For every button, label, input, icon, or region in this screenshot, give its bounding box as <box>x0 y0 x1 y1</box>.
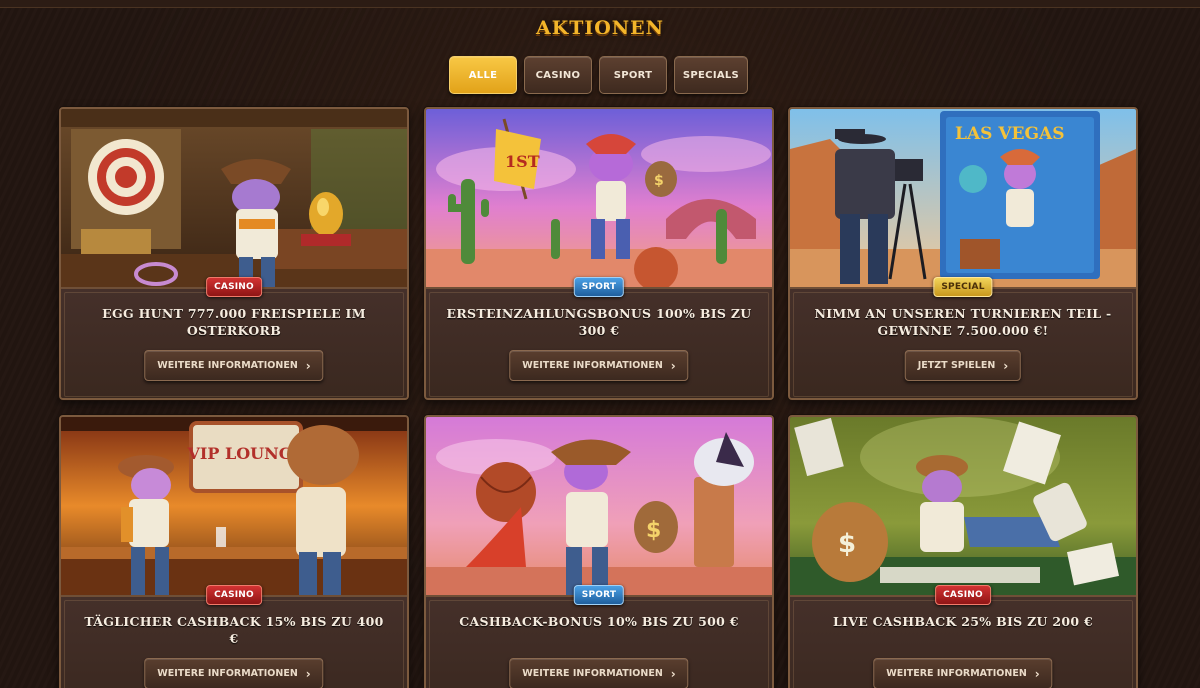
category-badge-casino: CASINO <box>206 585 262 605</box>
promo-title: EGG HUNT 777.000 FREISPIELE IM OSTERKORB <box>102 306 366 338</box>
promo-card-body <box>426 287 772 398</box>
promo-card-egg-hunt[interactable]: CASINO EGG HUNT 777.000 FREISPIELE IM OS… <box>59 107 409 400</box>
promo-card-first-deposit[interactable]: 1ST $ SPORT ERSTEINZAHLUNGSBONUS 100% BI… <box>424 107 774 400</box>
play-now-button[interactable]: JETZT SPIELEN › <box>904 350 1022 381</box>
button-label: WEITERE INFORMATIONEN <box>522 668 663 679</box>
promo-image-tournaments: LAS VEGAS <box>790 109 1136 287</box>
svg-text:$: $ <box>838 529 856 559</box>
button-label: WEITERE INFORMATIONEN <box>886 668 1027 679</box>
category-badge-special: SPECIAL <box>933 277 993 297</box>
promo-title: TÄGLICHER CASHBACK 15% BIS ZU 400 € <box>84 614 384 646</box>
page-title: AKTIONEN <box>535 17 665 39</box>
filter-tab-casino[interactable]: CASINO <box>524 56 592 94</box>
chevron-right-icon: › <box>305 666 311 681</box>
promo-card-body <box>790 287 1136 398</box>
filter-tabs: ALLE CASINO SPORT SPECIALS <box>449 56 748 94</box>
sign-label: VIP LOUNGE <box>186 444 304 463</box>
svg-text:$: $ <box>646 518 661 543</box>
promo-image-live-cashback: $ <box>790 417 1136 595</box>
promo-title: ERSTEINZAHLUNGSBONUS 100% BIS ZU 300 € <box>446 306 752 338</box>
category-badge-casino: CASINO <box>935 585 991 605</box>
category-badge-casino: CASINO <box>206 277 262 297</box>
flag-label: 1ST <box>505 152 540 171</box>
category-badge-sport: SPORT <box>573 585 625 605</box>
button-label: WEITERE INFORMATIONEN <box>157 360 298 371</box>
button-label: WEITERE INFORMATIONEN <box>522 360 663 371</box>
chevron-right-icon: › <box>670 358 676 373</box>
sign-label: LAS VEGAS <box>955 124 1064 144</box>
promo-image-daily-cashback: VIP LOUNGE <box>61 417 407 595</box>
promo-card-body <box>61 287 407 398</box>
promo-title: NIMM AN UNSEREN TURNIEREN TEIL - GEWINNE… <box>814 306 1112 338</box>
promo-card-live-cashback[interactable]: $ CASINO LIVE CASHBACK 25% BIS ZU 200 € … <box>788 415 1138 688</box>
top-border <box>0 0 1200 8</box>
promo-image-cashback-bonus: $ <box>426 417 772 595</box>
more-info-button[interactable]: WEITERE INFORMATIONEN › <box>144 350 324 381</box>
filter-tab-alle[interactable]: ALLE <box>449 56 517 94</box>
filter-tab-sport[interactable]: SPORT <box>599 56 667 94</box>
promo-title: CASHBACK-BONUS 10% BIS ZU 500 € <box>459 614 739 629</box>
promo-image-first-deposit: 1ST $ <box>426 109 772 287</box>
button-label: JETZT SPIELEN <box>917 360 996 371</box>
button-label: WEITERE INFORMATIONEN <box>157 668 298 679</box>
chevron-right-icon: › <box>305 358 311 373</box>
more-info-button[interactable]: WEITERE INFORMATIONEN › <box>509 350 689 381</box>
chevron-right-icon: › <box>1034 666 1040 681</box>
promo-image-egg-hunt <box>61 109 407 287</box>
filter-tab-specials[interactable]: SPECIALS <box>674 56 748 94</box>
category-badge-sport: SPORT <box>573 277 625 297</box>
more-info-button[interactable]: WEITERE INFORMATIONEN › <box>873 658 1053 688</box>
promo-title: LIVE CASHBACK 25% BIS ZU 200 € <box>832 614 1094 629</box>
chevron-right-icon: › <box>670 666 676 681</box>
promo-card-daily-cashback[interactable]: VIP LOUNGE CASINO TÄGLICHER CASHBACK 15%… <box>59 415 409 688</box>
promo-card-tournaments[interactable]: LAS VEGAS SPECIAL NIMM AN UNSEREN TURNIE… <box>788 107 1138 400</box>
chevron-right-icon: › <box>1003 358 1009 373</box>
more-info-button[interactable]: WEITERE INFORMATIONEN › <box>509 658 689 688</box>
svg-text:$: $ <box>654 173 664 189</box>
promo-card-cashback-bonus[interactable]: $ SPORT CASHBACK-BONUS 10% BIS ZU 500 € … <box>424 415 774 688</box>
more-info-button[interactable]: WEITERE INFORMATIONEN › <box>144 658 324 688</box>
